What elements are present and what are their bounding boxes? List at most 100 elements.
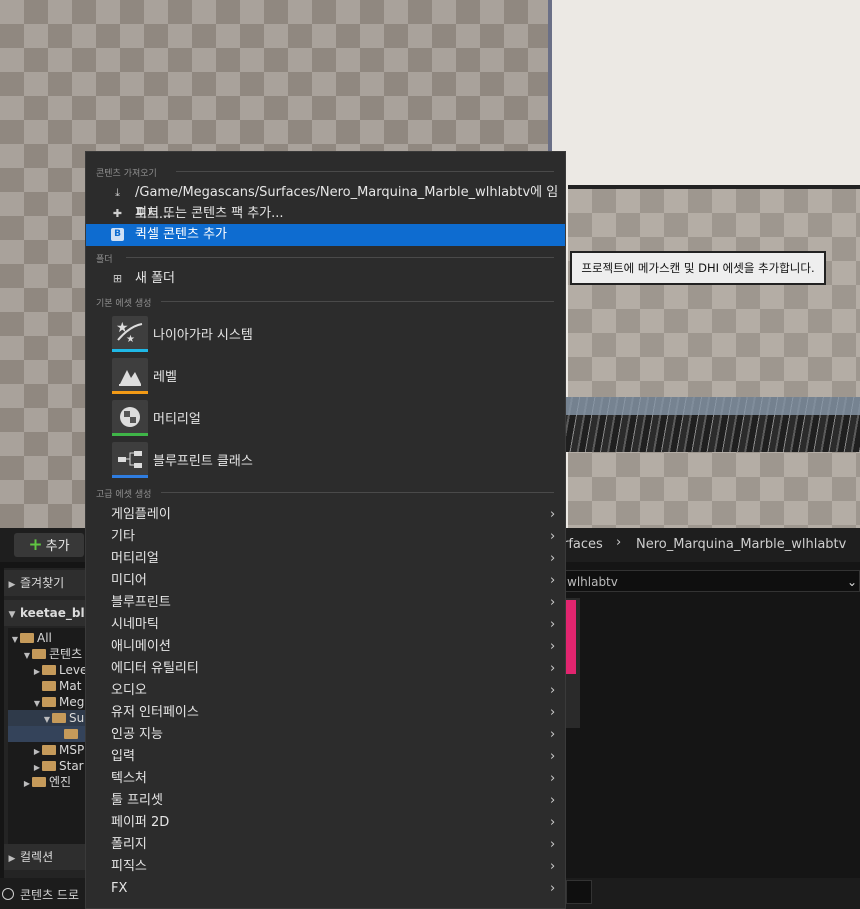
folder-tree: ▼ All ▼ 콘텐츠 ▶ Leve Mat ▼ Meg ▼ Su ▶ MSP ▶ Star …: [8, 628, 90, 850]
chevron-right-icon: ›: [550, 727, 556, 742]
chevron-right-icon: ›: [550, 595, 556, 610]
menu-item-blueprint[interactable]: 블루프린트 ›: [86, 592, 565, 614]
folder-icon: [42, 745, 56, 755]
chevron-right-icon: ›: [550, 507, 556, 522]
tree-item-content[interactable]: ▼ 콘텐츠: [22, 646, 82, 662]
menu-item-editor-utility[interactable]: 에디터 유틸리티 ›: [86, 658, 565, 680]
menu-item-new-folder[interactable]: ⊞ 새 폴더: [86, 268, 565, 290]
new-folder-icon: ⊞: [112, 272, 123, 285]
tree-item-megascans[interactable]: ▼ Meg: [32, 694, 84, 710]
chevron-right-icon: ›: [550, 793, 556, 808]
plus-icon: +: [28, 535, 43, 555]
tree-item-nero[interactable]: [54, 726, 81, 742]
menu-label: 오디오: [111, 683, 147, 698]
menu-item-quixel-label: 퀵셀 콘텐츠 추가: [135, 227, 227, 242]
menu-item-animation[interactable]: 애니메이션 ›: [86, 636, 565, 658]
menu-label: 게임플레이: [111, 507, 171, 522]
tree-item-starter[interactable]: ▶ Star: [32, 758, 84, 774]
chevron-right-icon: ›: [550, 639, 556, 654]
menu-item-niagara-system[interactable]: ★ ★ 나이아가라 시스템: [86, 314, 565, 354]
chevron-right-icon: ›: [550, 573, 556, 588]
tree-item-engine[interactable]: ▶ 엔진: [22, 774, 71, 790]
menu-item-texture[interactable]: 텍스처 ›: [86, 768, 565, 790]
material-label: 머티리얼: [153, 412, 201, 427]
breadcrumb-current[interactable]: Nero_Marquina_Marble_wlhlabtv: [636, 537, 846, 552]
favorites-section[interactable]: ▶ 즐겨찾기: [4, 570, 90, 596]
menu-item-blueprint-class[interactable]: 블루프린트 클래스: [86, 440, 565, 480]
tree-item-materials[interactable]: Mat: [32, 678, 81, 694]
menu-item-level[interactable]: 레벨: [86, 356, 565, 396]
menu-item-media[interactable]: 미디어 ›: [86, 570, 565, 592]
menu-item-cinematic[interactable]: 시네마틱 ›: [86, 614, 565, 636]
menu-label: 블루프린트: [111, 595, 171, 610]
viewport-marble-slab-top: [565, 397, 860, 415]
chevron-right-icon: ›: [550, 881, 556, 896]
chevron-right-icon: ›: [550, 749, 556, 764]
viewport-wall-checker: [568, 185, 860, 530]
folder-icon: [20, 633, 34, 643]
breadcrumb-surfaces[interactable]: rfaces: [563, 537, 603, 552]
chevron-down-icon[interactable]: ⌄: [847, 571, 857, 593]
divider: [161, 492, 554, 493]
folder-icon: [42, 697, 56, 707]
menu-label: 시네마틱: [111, 617, 159, 632]
chevron-down-icon: ▼: [8, 610, 16, 620]
tree-item-all[interactable]: ▼ All: [10, 630, 52, 646]
menu-item-material[interactable]: 머티리얼: [86, 398, 565, 438]
project-label: keetae_bl: [20, 606, 85, 620]
level-color-bar: [112, 391, 148, 394]
menu-item-tool-presets[interactable]: 툴 프리셋 ›: [86, 790, 565, 812]
folder-icon: [32, 649, 46, 659]
project-section[interactable]: ▼ keetae_bl: [4, 600, 90, 626]
niagara-color-bar: [112, 349, 148, 352]
chevron-right-icon: ›: [550, 661, 556, 676]
menu-label: 인공 지능: [111, 727, 163, 742]
folder-icon: [64, 729, 78, 739]
menu-label: 페이퍼 2D: [111, 815, 170, 830]
folder-icon: [42, 681, 56, 691]
menu-item-paper-2d[interactable]: 페이퍼 2D ›: [86, 812, 565, 834]
menu-item-audio[interactable]: 오디오 ›: [86, 680, 565, 702]
collections-section[interactable]: ▶ 컬렉션: [4, 844, 90, 870]
menu-label: 기타: [111, 529, 135, 544]
favorites-label: 즐겨찾기: [20, 576, 65, 590]
tooltip: 프로젝트에 메가스캔 및 DHI 에셋을 추가합니다.: [570, 251, 826, 285]
menu-item-add-content-pack[interactable]: ✚ 피처 또는 콘텐츠 팩 추가...: [86, 203, 565, 225]
chevron-right-icon: ›: [550, 617, 556, 632]
menu-item-foliage[interactable]: 폴리지 ›: [86, 834, 565, 856]
material-icon: [112, 400, 148, 434]
menu-item-input[interactable]: 입력 ›: [86, 746, 565, 768]
content-drawer-button[interactable]: 콘텐츠 드로: [20, 886, 79, 903]
folder-icon: [52, 713, 66, 723]
menu-label: 툴 프리셋: [111, 793, 163, 808]
menu-item-ai[interactable]: 인공 지능 ›: [86, 724, 565, 746]
add-button-label: 추가: [45, 539, 70, 554]
menu-item-add-quixel-content[interactable]: B 퀵셀 콘텐츠 추가: [86, 224, 565, 246]
menu-item-gameplay[interactable]: 게임플레이 ›: [86, 504, 565, 526]
menu-item-physics[interactable]: 피직스 ›: [86, 856, 565, 878]
section-header-import: 콘텐츠 가져오기: [96, 169, 157, 179]
path-field[interactable]: wlhlabtv ⌄: [560, 570, 860, 592]
tree-item-surfaces[interactable]: ▼ Su: [42, 710, 84, 726]
blueprint-color-bar: [112, 475, 148, 478]
content-pack-icon: ✚: [112, 207, 123, 220]
menu-item-misc[interactable]: 기타 ›: [86, 526, 565, 548]
folder-icon: [32, 777, 46, 787]
section-header-folder: 폴더: [96, 255, 113, 265]
menu-label: 미디어: [111, 573, 147, 588]
menu-item-material-sub[interactable]: 머티리얼 ›: [86, 548, 565, 570]
tree-item-msp[interactable]: ▶ MSP: [32, 742, 84, 758]
chevron-right-icon: ›: [550, 529, 556, 544]
menu-item-content-pack-label: 피처 또는 콘텐츠 팩 추가...: [135, 206, 284, 221]
tree-item-levels[interactable]: ▶ Leve: [32, 662, 87, 678]
chevron-right-icon: ›: [550, 815, 556, 830]
chevron-right-icon: ▶: [8, 580, 16, 590]
menu-item-import[interactable]: ⤓ /Game/Megascans/Surfaces/Nero_Marquina…: [86, 182, 565, 222]
breadcrumb-separator-icon: ›: [616, 535, 622, 550]
menu-item-fx[interactable]: FX ›: [86, 878, 565, 900]
menu-item-user-interface[interactable]: 유저 인터페이스 ›: [86, 702, 565, 724]
divider: [176, 171, 554, 172]
add-button[interactable]: + 추가: [14, 533, 84, 557]
console-input[interactable]: [566, 880, 592, 904]
quixel-icon: B: [111, 228, 124, 241]
